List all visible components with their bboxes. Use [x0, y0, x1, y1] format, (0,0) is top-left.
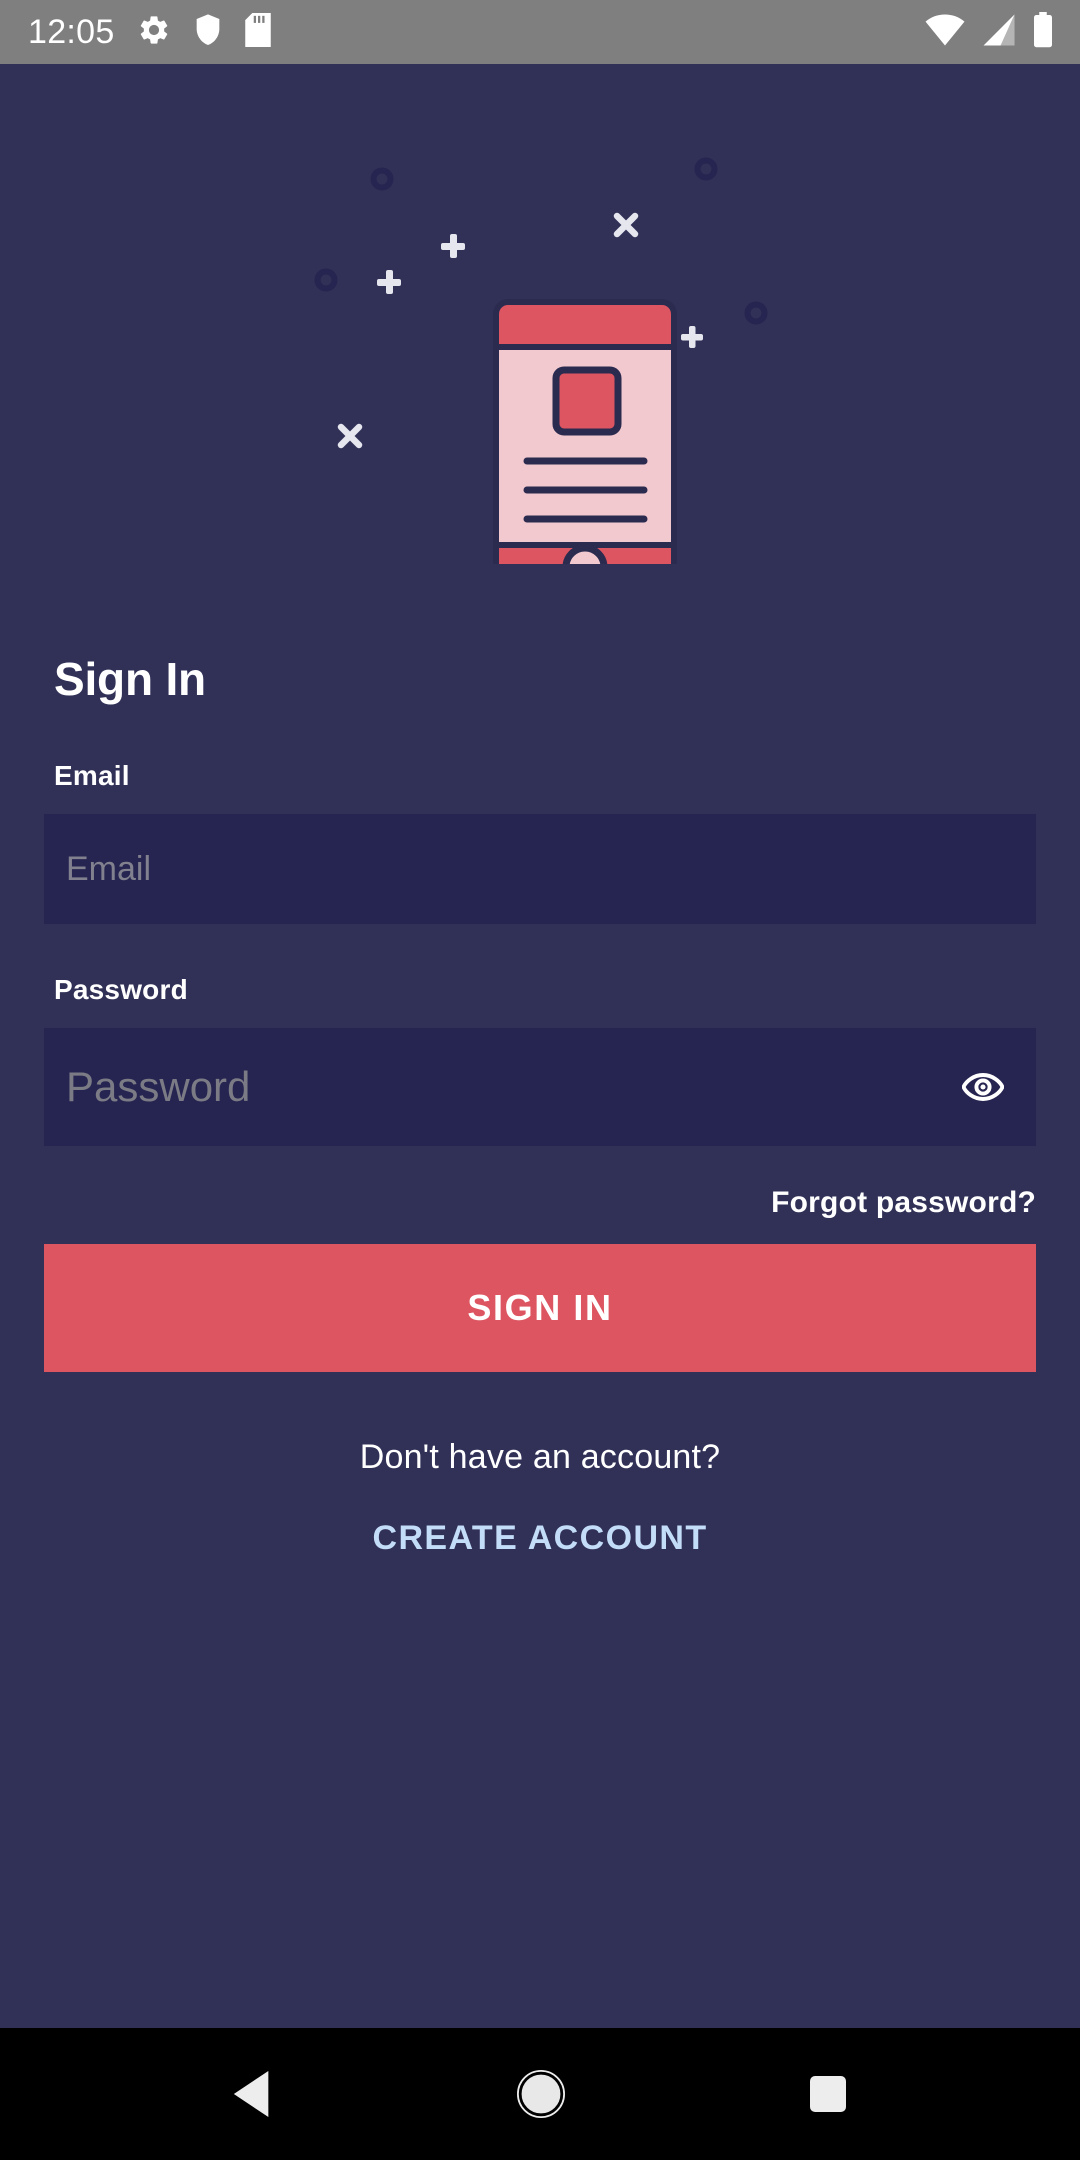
sign-in-button[interactable]: SIGN IN — [44, 1244, 1036, 1372]
eye-icon[interactable] — [956, 1066, 1010, 1108]
sd-card-icon — [244, 12, 271, 52]
android-navigation-bar — [0, 2028, 1080, 2160]
recents-square-glyph — [810, 2076, 847, 2112]
status-bar-left: 12:05 — [28, 12, 271, 52]
email-input[interactable] — [66, 814, 1014, 924]
forgot-password-link[interactable]: Forgot password? — [771, 1186, 1036, 1220]
eye-icon-glyph — [961, 1073, 1005, 1101]
cell-signal-icon — [980, 13, 1018, 52]
email-label: Email — [54, 760, 130, 791]
forgot-password-row: Forgot password? — [44, 1186, 1036, 1220]
home-icon[interactable] — [475, 2052, 607, 2136]
status-bar-clock: 12:05 — [28, 12, 115, 51]
password-input-container[interactable] — [44, 1028, 1036, 1146]
mobile-phone-illustration — [314, 157, 768, 564]
battery-icon — [1032, 11, 1054, 53]
sign-in-content: Sign In Email Password — [0, 64, 1080, 2028]
password-input[interactable] — [66, 1028, 1014, 1146]
shield-icon — [193, 13, 223, 52]
password-field-group: Password — [44, 974, 1036, 1146]
app-screen: 12:05 Sign In Email Email Password Passw… — [0, 0, 1080, 2160]
create-account-button[interactable]: CREATE ACCOUNT — [372, 1519, 707, 1558]
back-icon[interactable] — [190, 2053, 316, 2135]
no-account-text: Don't have an account? — [359, 1438, 721, 1476]
page-title: Sign In — [54, 653, 206, 705]
email-input-container[interactable] — [44, 814, 1036, 924]
email-field-group: Email — [44, 760, 1036, 924]
wifi-icon — [924, 13, 966, 52]
home-circle-glyph — [516, 2070, 565, 2118]
password-label: Password — [54, 974, 188, 1005]
hero-illustration — [44, 64, 1036, 564]
gear-icon — [137, 13, 171, 52]
status-bar-right — [924, 11, 1054, 53]
status-bar: 12:05 — [0, 0, 1080, 64]
create-account-section: Don't have an account? CREATE ACCOUNT — [44, 1438, 1036, 1558]
recents-icon[interactable] — [766, 2056, 890, 2132]
back-triangle-glyph — [233, 2071, 268, 2117]
phone-shape — [493, 299, 677, 564]
